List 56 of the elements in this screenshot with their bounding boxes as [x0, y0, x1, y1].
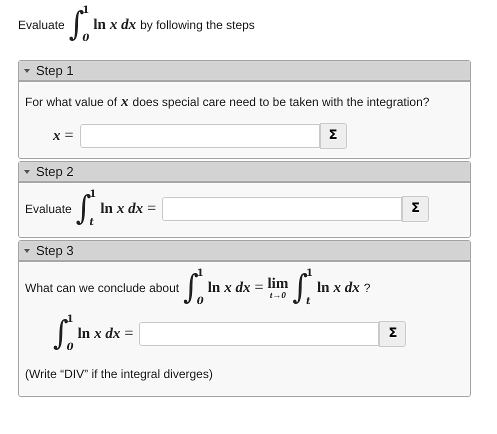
step-title: Step 3 — [36, 243, 74, 258]
question-text: does special care need to be taken with the integration? — [132, 95, 430, 109]
question-text: (Write “DIV” if the integral diverges) — [25, 367, 213, 381]
lower-limit: 0 — [196, 296, 204, 308]
sum-button[interactable]: Σ — [402, 196, 430, 222]
math-variable: x dx — [116, 200, 144, 218]
math-operator: ln — [208, 280, 220, 296]
upper-limit: 1 — [306, 268, 313, 279]
sum-button[interactable]: Σ — [320, 122, 347, 148]
caret-icon — [24, 68, 30, 72]
caret-icon — [24, 170, 30, 174]
answer-field[interactable] — [80, 124, 320, 148]
equals-sign: = — [64, 127, 74, 145]
answer-field[interactable] — [139, 322, 380, 346]
math-operator: ln — [78, 326, 90, 342]
equals-sign: = — [147, 200, 156, 218]
math-operator: ln — [93, 16, 106, 34]
limit-operator: lim — [268, 276, 288, 290]
integral-sign: ∫ — [53, 313, 69, 355]
upper-limit: 1 — [196, 268, 204, 279]
lower-limit: 0 — [66, 342, 74, 354]
step-header[interactable]: Step 1 — [19, 61, 470, 82]
question-text: For what value of — [25, 95, 118, 109]
answer-field[interactable] — [162, 196, 402, 220]
math-operator: ln — [100, 200, 113, 218]
math-variable: x — [121, 94, 129, 110]
title-text: Evaluate — [18, 18, 65, 32]
question-text: Evaluate — [25, 202, 72, 216]
math-variable: x dx — [333, 280, 360, 296]
step-header[interactable]: Step 2 — [19, 162, 470, 183]
math-variable: x dx — [94, 326, 120, 342]
title-text: by following the steps — [140, 18, 255, 32]
math-variable: x — [53, 128, 60, 144]
upper-limit: 1 — [66, 314, 74, 325]
sum-button[interactable]: Σ — [379, 320, 406, 346]
integral-sign: ∫ — [76, 188, 92, 230]
upper-limit: 1 — [89, 189, 96, 200]
question-text: What can we conclude about — [25, 281, 180, 295]
lower-limit: t — [89, 217, 95, 229]
lower-limit: 0 — [82, 33, 90, 45]
math-operator: ln — [316, 280, 330, 296]
lower-limit: t — [306, 296, 312, 308]
step-title: Step 2 — [36, 164, 74, 179]
equals-sign: = — [254, 279, 264, 297]
question-text: ? — [364, 281, 370, 295]
limit-subscript: t→0 — [270, 290, 286, 300]
equals-sign: = — [124, 325, 134, 343]
integral-sign: ∫ — [68, 4, 84, 46]
math-variable: x dx — [110, 16, 136, 34]
integral-sign: ∫ — [292, 267, 308, 309]
step-header[interactable]: Step 3 — [19, 241, 470, 262]
step-title: Step 1 — [36, 63, 74, 78]
integral-sign: ∫ — [183, 267, 199, 309]
math-variable: x dx — [224, 280, 250, 296]
upper-limit: 1 — [82, 5, 90, 16]
caret-icon — [24, 248, 30, 252]
